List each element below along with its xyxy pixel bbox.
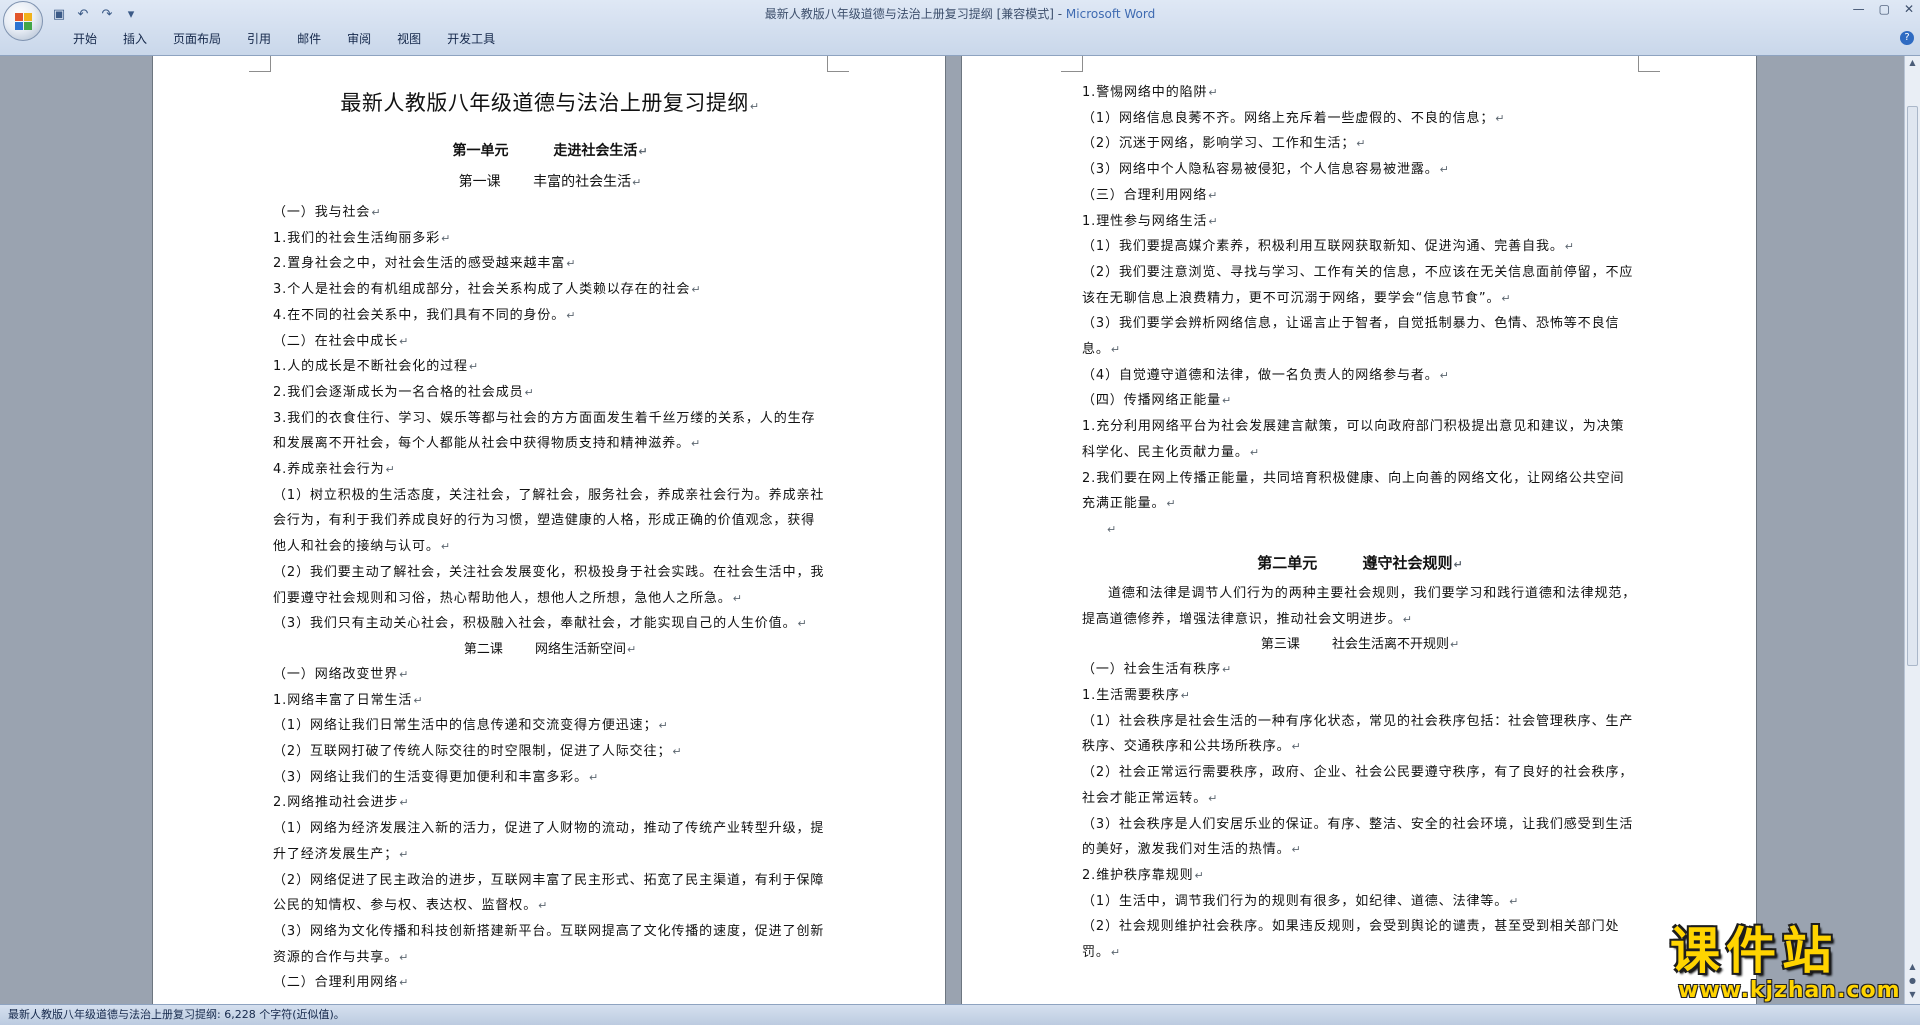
window-title: 最新人教版八年级道德与法治上册复习提纲 [兼容模式] - Microsoft W…: [0, 5, 1920, 22]
scrollbar-thumb[interactable]: [1907, 106, 1918, 666]
close-button[interactable]: ✕: [1904, 2, 1914, 16]
paragraph: （一）社会生活有秩序↵: [1082, 662, 1233, 678]
paragraph: 1.我们的社会生活绚丽多彩↵: [273, 230, 452, 246]
paragraph: （一）网络改变世界↵: [273, 666, 410, 682]
status-bar: 最新人教版八年级道德与法治上册复习提纲: 6,228 个字符(近似值)。: [0, 1004, 1920, 1025]
paragraph: 2.我们会逐渐成长为一名合格的社会成员↵: [273, 384, 535, 400]
margin-corner-mark: [1061, 56, 1083, 72]
paragraph: （四）传播网络正能量↵: [1082, 393, 1233, 409]
watermark-logo: 课件站 www.kjzhan.com: [1670, 924, 1902, 1004]
paragraph: 2.我们要在网上传播正能量，共同培育积极健康、向上向善的网络文化，让网络公共空间…: [1082, 470, 1625, 512]
ribbon-tab[interactable]: 审阅: [334, 30, 384, 48]
watermark-title: 课件站: [1670, 922, 1838, 980]
paragraph: 道德和法律是调节人们行为的两种主要社会规则，我们要学习和践行道德和法律规范，提高…: [1082, 585, 1637, 627]
paragraph: （2）沉迷于网络，影响学习、工作和生活；↵: [1082, 136, 1367, 152]
document-page-left: 最新人教版八年级道德与法治上册复习提纲↵ 第一单元 走进社会生活↵ 第一课 丰富…: [152, 56, 946, 1004]
paragraph-group: （一）我与社会↵ 1.我们的社会生活绚丽多彩↵ 2.置身社会之中，对社会生活的感受越…: [273, 200, 827, 637]
ribbon-tab[interactable]: 视图: [384, 30, 434, 48]
paragraph: 1.理性参与网络生活↵: [1082, 213, 1219, 229]
previous-page-icon[interactable]: ▲: [1905, 960, 1920, 974]
page-content-left[interactable]: 最新人教版八年级道德与法治上册复习提纲↵ 第一单元 走进社会生活↵ 第一课 丰富…: [273, 84, 827, 996]
ribbon-tabs: 开始 插入 页面布局 引用 邮件 审阅 视图 开发工具: [60, 30, 508, 48]
paragraph: 2.维护秩序靠规则↵: [1082, 867, 1205, 883]
ribbon-tab[interactable]: 邮件: [284, 30, 334, 48]
paragraph: 4.养成亲社会行为↵: [273, 462, 396, 478]
margin-corner-mark: [1638, 56, 1660, 72]
help-icon[interactable]: ?: [1900, 31, 1914, 45]
paragraph: 1.生活需要秩序↵: [1082, 688, 1191, 704]
paragraph: （二）在社会中成长↵: [273, 333, 410, 349]
scroll-up-arrow-icon[interactable]: ▲: [1905, 56, 1920, 70]
paragraph: （1）我们要提高媒介素养，积极利用互联网获取新知、促进沟通、完善自我。↵: [1082, 239, 1575, 255]
paragraph: （3）网络为文化传播和科技创新搭建新平台。互联网提高了文化传播的速度，促进了创新…: [273, 923, 825, 965]
paragraph: （3）我们要学会辨析网络信息，让谣言止于智者，自觉抵制暴力、色情、恐怖等不良信息…: [1082, 316, 1620, 358]
paragraph: （1）网络为经济发展注入新的活力，促进了人财物的流动，推动了传统产业转型升级，提…: [273, 821, 825, 862]
paragraph: 3.个人是社会的有机组成部分，社会关系构成了人类赖以存在的社会↵: [273, 282, 702, 298]
ribbon-tab[interactable]: 插入: [110, 30, 160, 48]
paragraph: （4）自觉遵守道德和法律，做一名负责人的网络参与者。↵: [1082, 367, 1450, 383]
lesson-heading: 第三课 社会生活离不开规则↵: [1260, 637, 1460, 653]
paragraph: （三）合理利用网络↵: [1082, 187, 1219, 203]
title-bar: ▣ ↶ ↷ ▾ 最新人教版八年级道德与法治上册复习提纲 [兼容模式] - Mic…: [0, 0, 1920, 56]
lesson-heading: 第二课 网络生活新空间↵: [463, 641, 637, 657]
paragraph: （2）社会规则维护社会秩序。如果违反规则，会受到舆论的谴责，甚至受到相关部门处罚…: [1082, 919, 1620, 961]
browse-object-icon[interactable]: ●: [1905, 974, 1920, 988]
margin-corner-mark: [827, 56, 849, 72]
paragraph: 3.我们的衣食住行、学习、娱乐等都与社会的方方面面发生着千丝万缕的关系，人的生存…: [273, 410, 816, 452]
paragraph: （2）我们要主动了解社会，关注社会发展变化，积极投身于社会实践。在社会生活中，我…: [273, 564, 825, 606]
paragraph-group: （一）网络改变世界↵ 1.网络丰富了日常生活↵ （1）网络让我们日常生活中的信息传递…: [273, 662, 827, 996]
vertical-scrollbar[interactable]: ▲ ▲ ● ▼: [1904, 56, 1920, 1004]
paragraph-group: 1.警惕网络中的陷阱↵ （1）网络信息良莠不齐。网络上充斥着一些虚假的、不良的信息…: [1082, 80, 1638, 517]
ribbon-tab[interactable]: 开始: [60, 30, 110, 48]
paragraph: （一）我与社会↵: [273, 205, 382, 220]
margin-corner-mark: [249, 56, 271, 72]
lesson-heading: 第一课 丰富的社会生活↵: [458, 174, 642, 190]
document-title: 最新人教版八年级道德与法治上册复习提纲 [兼容模式] -: [764, 7, 1066, 21]
paragraph: （二）合理利用网络↵: [273, 975, 410, 991]
paragraph: （2）社会正常运行需要秩序，政府、企业、社会公民要遵守秩序，有了良好的社会秩序，…: [1082, 765, 1634, 806]
paragraph: （2）网络促进了民主政治的进步，互联网丰富了民主形式、拓宽了民主渠道，有利于保障…: [273, 872, 825, 914]
paragraph: （1）网络信息良莠不齐。网络上充斥着一些虚假的、不良的信息；↵: [1082, 110, 1506, 126]
unit-heading: 第一单元 走进社会生活↵: [452, 143, 648, 159]
ribbon-tab[interactable]: 开发工具: [434, 30, 508, 48]
page-content-right[interactable]: 1.警惕网络中的陷阱↵ （1）网络信息良莠不齐。网络上充斥着一些虚假的、不良的信息…: [1082, 80, 1638, 966]
empty-paragraph: ↵: [1107, 522, 1117, 536]
paragraph: （3）网络中个人隐私容易被侵犯，个人信息容易被泄露。↵: [1082, 162, 1450, 178]
paragraph: （1）树立积极的生活态度，关注社会，了解社会，服务社会，养成亲社会行为。养成亲社…: [273, 487, 825, 555]
word-count-status[interactable]: 最新人教版八年级道德与法治上册复习提纲: 6,228 个字符(近似值)。: [8, 1008, 345, 1021]
maximize-button[interactable]: ▢: [1879, 2, 1890, 16]
paragraph: （3）社会秩序是人们安居乐业的保证。有序、整洁、安全的社会环境，让我们感受到生活…: [1082, 816, 1634, 858]
window-controls: — ▢ ✕: [1853, 2, 1914, 16]
ribbon-tab[interactable]: 页面布局: [160, 30, 234, 48]
paragraph: 4.在不同的社会关系中，我们具有不同的身份。↵: [273, 307, 577, 323]
paragraph: 1.警惕网络中的陷阱↵: [1082, 85, 1219, 100]
paragraph: 1.网络丰富了日常生活↵: [273, 692, 424, 708]
paragraph: 2.置身社会之中，对社会生活的感受越来越丰富↵: [273, 256, 577, 272]
paragraph: （2）我们要注意浏览、寻找与学习、工作有关的信息，不应该在无关信息面前停留，不应…: [1082, 264, 1634, 306]
paragraph: 2.网络推动社会进步↵: [273, 795, 410, 811]
unit-heading: 第二单元 遵守社会规则↵: [1257, 553, 1463, 572]
paragraph: （3）我们只有主动关心社会，积极融入社会，奉献社会，才能实现自己的人生价值。↵: [273, 616, 808, 632]
paragraph: （1）网络让我们日常生活中的信息传递和交流变得方便迅速；↵: [273, 718, 669, 734]
minimize-button[interactable]: —: [1853, 2, 1865, 16]
app-name: Microsoft Word: [1065, 7, 1156, 21]
paragraph: （2）互联网打破了传统人际交往的时空限制，促进了人际交往；↵: [273, 744, 683, 760]
paragraph: （1）社会秩序是社会生活的一种有序化状态，常见的社会秩序包括：社会管理秩序、生产…: [1082, 713, 1634, 755]
paragraph: 1.充分利用网络平台为社会发展建言献策，可以向政府部门积极提出意见和建议，为决策…: [1082, 419, 1625, 460]
document-title-heading: 最新人教版八年级道德与法治上册复习提纲↵: [340, 91, 760, 115]
document-page-right: 1.警惕网络中的陷阱↵ （1）网络信息良莠不齐。网络上充斥着一些虚假的、不良的信息…: [961, 56, 1757, 1004]
ribbon-tab[interactable]: 引用: [234, 30, 284, 48]
watermark-url: www.kjzhan.com: [1678, 978, 1901, 1003]
paragraph: 1.人的成长是不断社会化的过程↵: [273, 359, 480, 375]
paragraph: （1）生活中，调节我们行为的规则有很多，如纪律、道德、法律等。↵: [1082, 893, 1520, 909]
paragraph-group: （一）社会生活有秩序↵ 1.生活需要秩序↵ （1）社会秩序是社会生活的一种有序化状态…: [1082, 657, 1638, 965]
paragraph: （3）网络让我们的生活变得更加便利和丰富多彩。↵: [273, 769, 600, 785]
next-page-icon[interactable]: ▼: [1905, 988, 1920, 1002]
